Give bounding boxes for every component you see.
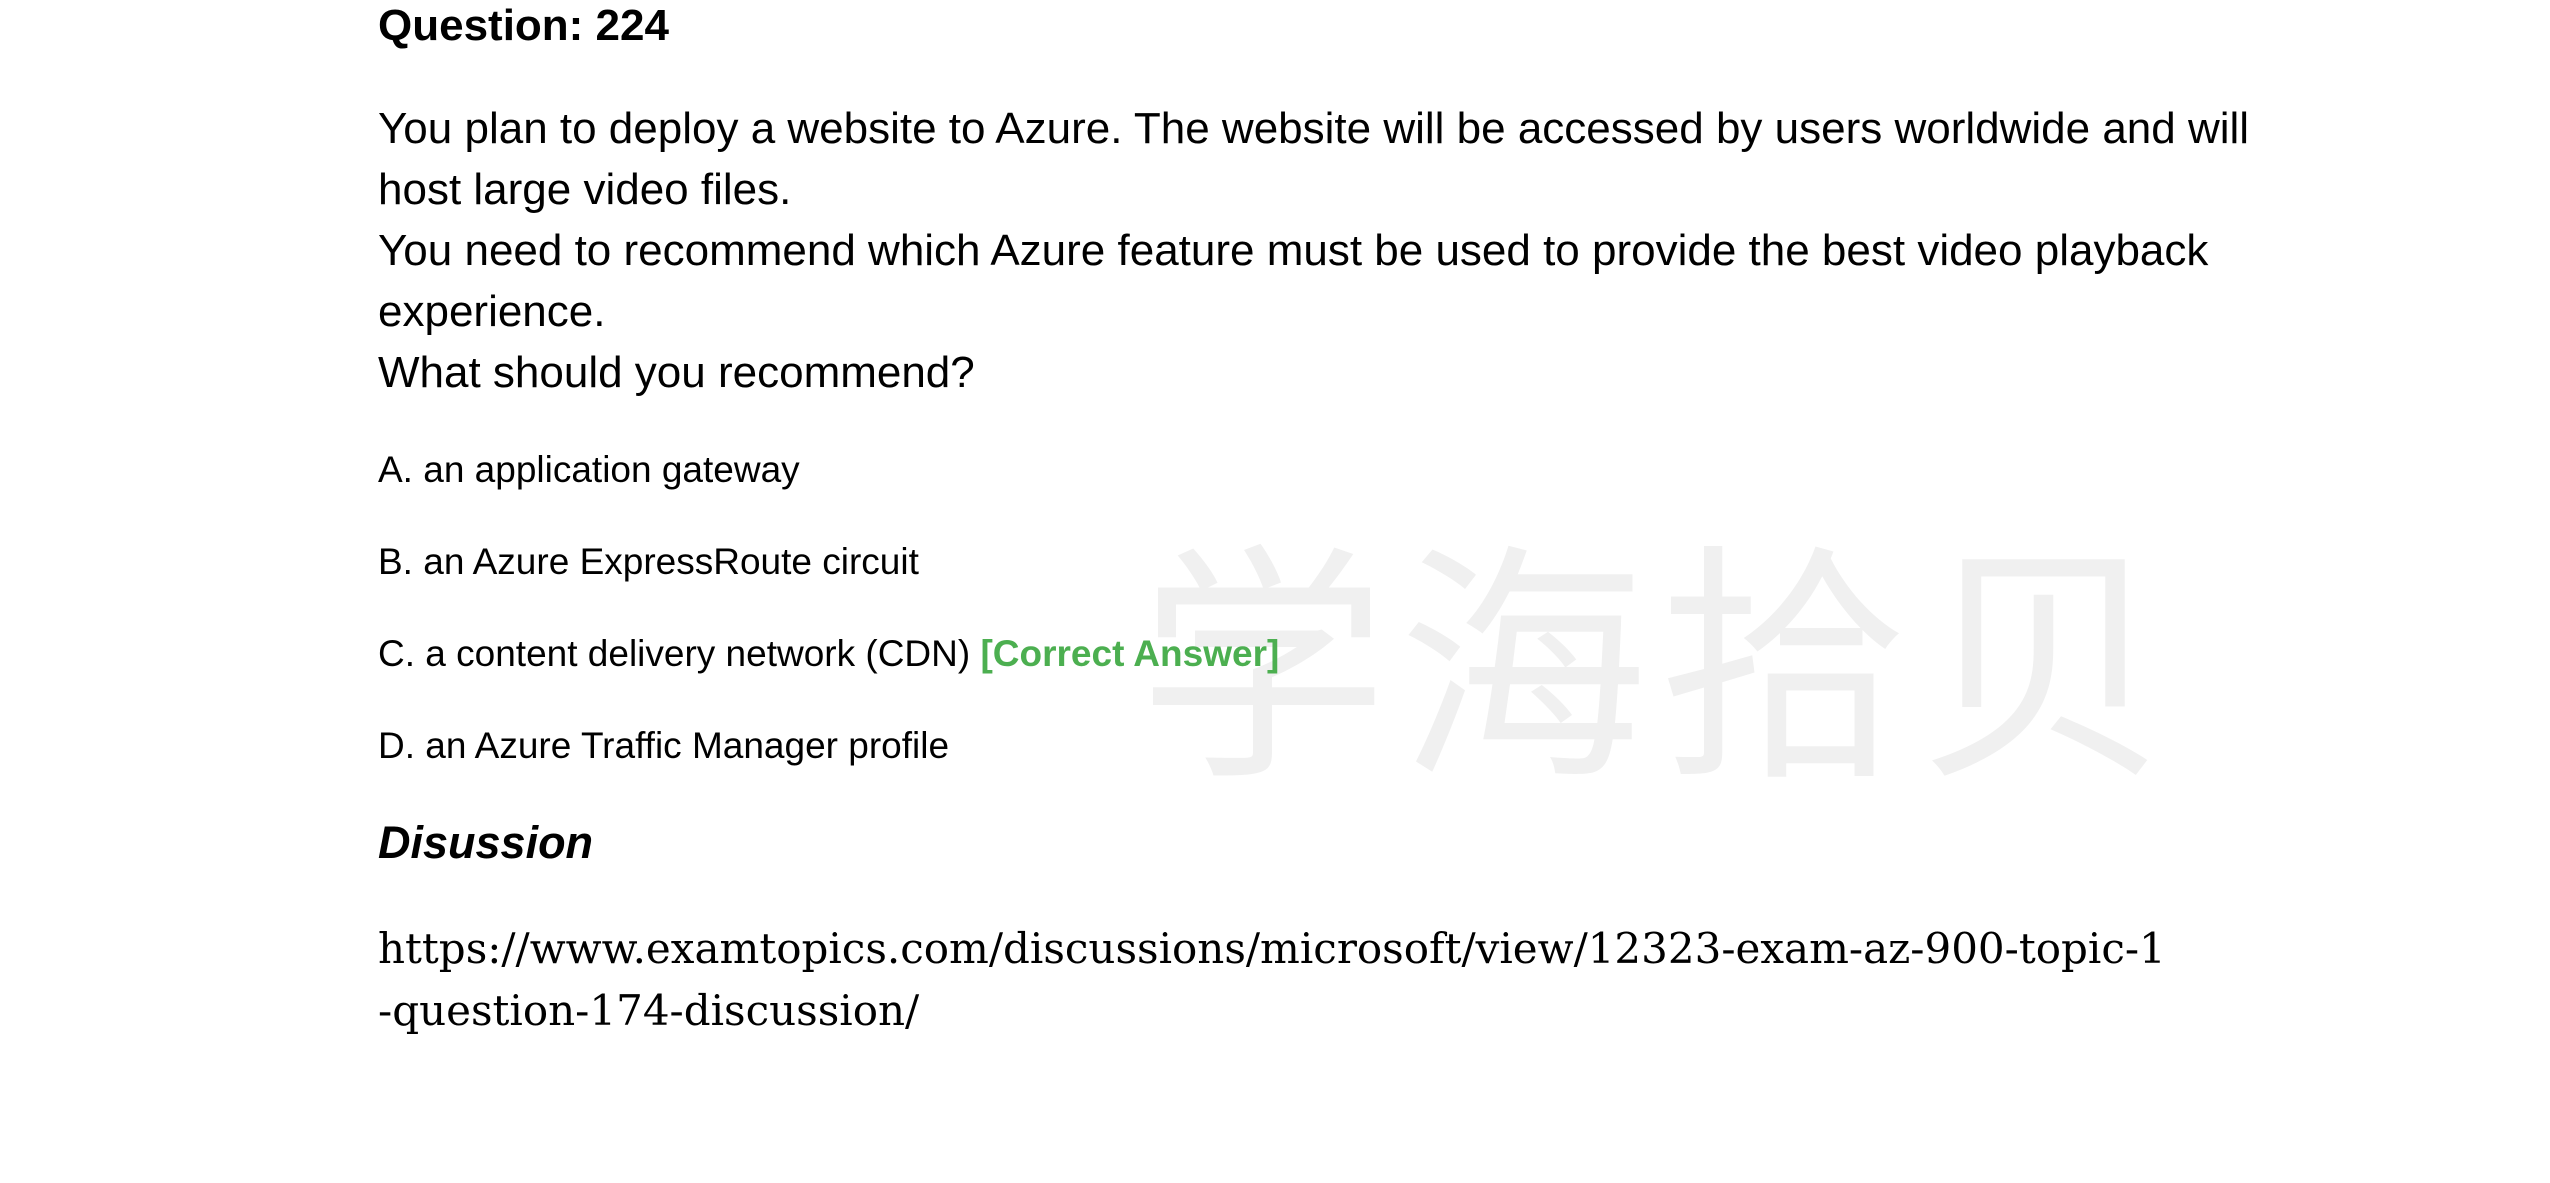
stem-paragraph: You need to recommend which Azure featur… xyxy=(378,226,2209,336)
watermark: 学海拾贝 xyxy=(1138,524,2178,815)
option-label: D. an Azure Traffic Manager profile xyxy=(378,725,950,766)
option-b: B. an Azure ExpressRoute circuit xyxy=(378,540,919,584)
stem-paragraph: You plan to deploy a website to Azure. T… xyxy=(378,104,2250,214)
discussion-heading: Disussion xyxy=(378,817,594,868)
option-a: A. an application gateway xyxy=(378,448,800,492)
discussion-link[interactable]: https://www.examtopics.com/discussions/m… xyxy=(378,918,2178,1042)
stem-paragraph: What should you recommend? xyxy=(378,348,975,397)
option-label: C. a content delivery network (CDN) xyxy=(378,633,971,674)
option-label: A. an application gateway xyxy=(378,449,800,490)
question-page: 学海拾贝 Question: 224 You plan to deploy a … xyxy=(378,0,2278,1183)
option-label: B. an Azure ExpressRoute circuit xyxy=(378,541,919,582)
question-stem: You plan to deploy a website to Azure. T… xyxy=(378,98,2258,403)
correct-answer-badge: [Correct Answer] xyxy=(980,633,1280,674)
option-c: C. a content delivery network (CDN) [Cor… xyxy=(378,632,1279,676)
question-title: Question: 224 xyxy=(378,1,669,50)
option-d: D. an Azure Traffic Manager profile xyxy=(378,724,949,768)
